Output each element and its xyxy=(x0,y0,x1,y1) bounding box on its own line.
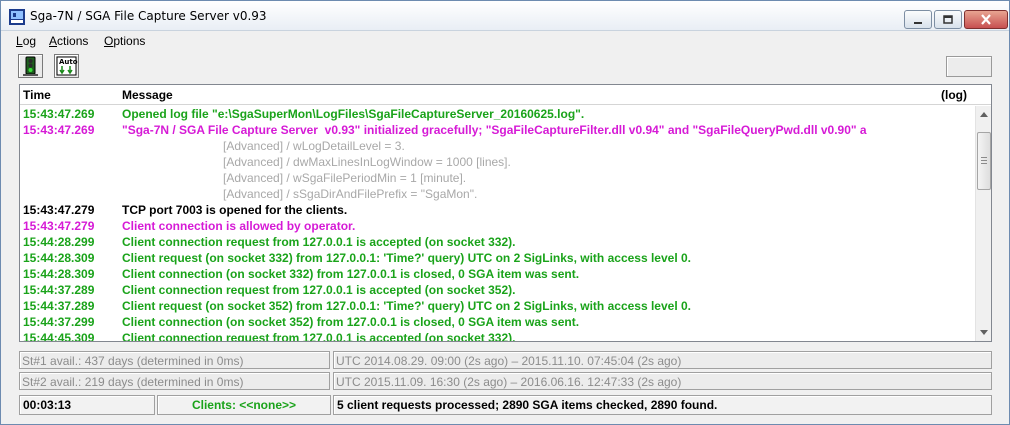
column-log[interactable]: (log) xyxy=(941,88,967,102)
auto-capture-button[interactable]: Auto xyxy=(54,54,79,78)
station-2-range: UTC 2015.11.09. 16:30 (2s ago) – 2016.06… xyxy=(333,372,992,390)
app-window: Sga-7N / SGA File Capture Server v0.93 L… xyxy=(0,0,1010,425)
uptime-cell: 00:03:13 xyxy=(19,395,155,415)
log-message: Client connection (on socket 332) from 1… xyxy=(122,267,580,281)
log-time: 15:43:47.279 xyxy=(23,203,95,217)
log-row[interactable]: 15:44:37.299 Client connection (on socket… xyxy=(20,314,974,330)
station-1-availability: St#1 avail.: 437 days (determined in 0ms… xyxy=(19,351,330,369)
station-2-range-text: UTC 2015.11.09. 16:30 (2s ago) – 2016.06… xyxy=(336,375,682,389)
log-row[interactable]: 15:43:47.269 "Sga-7N / SGA File Capture S… xyxy=(20,122,974,138)
menu-actions[interactable]: Actions xyxy=(49,34,88,48)
log-row[interactable]: 15:44:28.299 Client connection request fr… xyxy=(20,234,974,250)
auto-capture-icon: Auto xyxy=(56,56,78,76)
log-time: 15:44:28.309 xyxy=(23,251,95,265)
log-message: Client request (on socket 352) from 127.… xyxy=(122,299,692,313)
menu-log-accel: L xyxy=(16,34,23,48)
scroll-up-icon xyxy=(980,112,988,117)
log-time: 15:44:45.309 xyxy=(23,331,95,341)
top-status-box xyxy=(946,56,992,77)
log-row[interactable]: [Advanced] / sSgaDirAndFilePrefix = "Sga… xyxy=(20,186,974,202)
traffic-light-icon xyxy=(23,56,38,76)
menu-options[interactable]: Options xyxy=(104,34,145,48)
clients-text: Clients: <<none>> xyxy=(191,398,297,412)
log-message: Client request (on socket 332) from 127.… xyxy=(122,251,692,265)
close-icon xyxy=(981,14,991,25)
menu-actions-accel: A xyxy=(49,34,58,48)
log-row[interactable]: 15:44:37.289 Client request (on socket 35… xyxy=(20,298,974,314)
log-message: TCP port 7003 is opened for the clients. xyxy=(122,203,348,217)
scroll-down-icon xyxy=(980,330,988,335)
station-1-range: UTC 2014.08.29. 09:00 (2s ago) – 2015.11… xyxy=(333,351,992,369)
log-time: 15:43:47.269 xyxy=(23,123,95,137)
log-row[interactable]: 15:43:47.279 Client connection is allowed… xyxy=(20,218,974,234)
log-row[interactable]: [Advanced] / wLogDetailLevel = 3. xyxy=(20,138,974,154)
station-2-avail-text: St#2 avail.: 219 days (determined in 0ms… xyxy=(22,375,244,389)
station-1-range-text: UTC 2014.08.29. 09:00 (2s ago) – 2015.11… xyxy=(336,354,682,368)
station-2-availability: St#2 avail.: 219 days (determined in 0ms… xyxy=(19,372,330,390)
menu-log-rest: og xyxy=(22,34,37,48)
log-message: Client connection request from 127.0.0.1… xyxy=(122,331,516,341)
log-message: [Advanced] / wLogDetailLevel = 3. xyxy=(223,139,405,153)
menu-options-accel: O xyxy=(104,34,114,48)
log-message: Client connection request from 127.0.0.1… xyxy=(122,235,516,249)
log-body: 15:43:47.269 Opened log file "e:\SgaSuper… xyxy=(20,106,974,341)
toolbar: Auto xyxy=(1,51,1009,82)
menu-actions-rest: ctions xyxy=(57,34,89,48)
log-message: Client connection is allowed by operator… xyxy=(122,219,356,233)
menu-bar: Log Actions Options xyxy=(1,32,1009,50)
log-message: Client connection (on socket 352) from 1… xyxy=(122,315,580,329)
log-row[interactable]: 15:44:28.309 Client connection (on socket… xyxy=(20,266,974,282)
log-time: 15:43:47.279 xyxy=(23,219,95,233)
log-time: 15:44:28.299 xyxy=(23,235,95,249)
summary-cell: 5 client requests processed; 2890 SGA it… xyxy=(333,395,992,415)
log-message: Client connection request from 127.0.0.1… xyxy=(122,283,516,297)
maximize-button[interactable] xyxy=(934,10,962,29)
log-row[interactable]: 15:44:28.309 Client request (on socket 33… xyxy=(20,250,974,266)
log-message: [Advanced] / wSgaFilePeriodMin = 1 [minu… xyxy=(223,171,467,185)
log-time: 15:43:47.269 xyxy=(23,107,95,121)
menu-options-rest: ptions xyxy=(113,34,146,48)
window-title: Sga-7N / SGA File Capture Server v0.93 xyxy=(30,9,267,23)
log-row[interactable]: 15:44:45.309 Client connection request fr… xyxy=(20,330,974,341)
log-time: 15:44:37.289 xyxy=(23,283,95,297)
log-header: Time Message (log) xyxy=(20,85,991,105)
auto-label: Auto xyxy=(59,58,78,66)
log-message: "Sga-7N / SGA File Capture Server v0.93"… xyxy=(122,123,867,137)
thumb-grip-line xyxy=(981,157,987,158)
log-row[interactable]: 15:43:47.279 TCP port 7003 is opened for … xyxy=(20,202,974,218)
scroll-up-button[interactable] xyxy=(976,106,992,123)
uptime-text: 00:03:13 xyxy=(23,398,72,412)
log-message: [Advanced] / dwMaxLinesInLogWindow = 100… xyxy=(223,155,511,169)
column-message[interactable]: Message xyxy=(122,88,173,102)
minimize-button[interactable] xyxy=(904,10,932,29)
thumb-grip-line xyxy=(981,163,987,164)
log-message: Opened log file "e:\SgaSuperMon\LogFiles… xyxy=(122,107,585,121)
log-row[interactable]: 15:44:37.289 Client connection request fr… xyxy=(20,282,974,298)
column-time[interactable]: Time xyxy=(23,88,51,102)
log-row[interactable]: [Advanced] / wSgaFilePeriodMin = 1 [minu… xyxy=(20,170,974,186)
close-button[interactable] xyxy=(964,10,1008,29)
menu-log[interactable]: Log xyxy=(16,34,36,48)
scroll-thumb[interactable] xyxy=(977,132,991,190)
log-list[interactable]: Time Message (log) 15:43:47.269 Opened lo… xyxy=(19,84,992,342)
clients-cell: Clients: <<none>> xyxy=(157,395,331,415)
log-time: 15:44:28.309 xyxy=(23,267,95,281)
traffic-light-button[interactable] xyxy=(18,54,43,78)
station-1-avail-text: St#1 avail.: 437 days (determined in 0ms… xyxy=(22,354,244,368)
maximize-icon xyxy=(943,14,953,24)
log-message: [Advanced] / sSgaDirAndFilePrefix = "Sga… xyxy=(223,187,478,201)
log-row[interactable]: [Advanced] / dwMaxLinesInLogWindow = 100… xyxy=(20,154,974,170)
scroll-down-button[interactable] xyxy=(976,324,992,341)
thumb-grip-line xyxy=(981,160,987,161)
vertical-scrollbar[interactable] xyxy=(975,106,991,341)
log-time: 15:44:37.289 xyxy=(23,299,95,313)
title-bar: Sga-7N / SGA File Capture Server v0.93 xyxy=(1,1,1009,31)
log-time: 15:44:37.299 xyxy=(23,315,95,329)
log-row[interactable]: 15:43:47.269 Opened log file "e:\SgaSuper… xyxy=(20,106,974,122)
app-icon xyxy=(9,9,25,25)
summary-text: 5 client requests processed; 2890 SGA it… xyxy=(337,398,718,412)
minimize-icon xyxy=(914,21,922,24)
